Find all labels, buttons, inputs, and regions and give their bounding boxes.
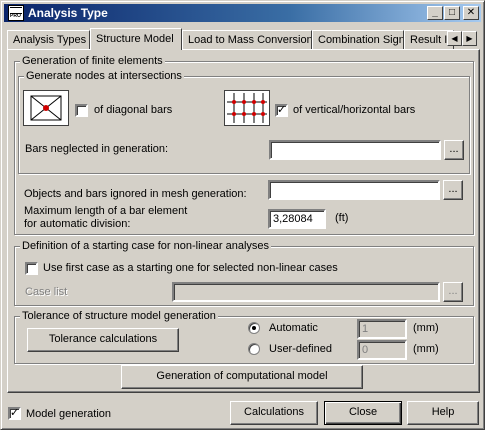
user-defined-value-input[interactable]: 0	[357, 340, 407, 360]
vertical-horizontal-bars-icon	[224, 90, 270, 126]
tolerance-group: Tolerance of structure model generation …	[14, 310, 474, 364]
diagonal-bars-icon	[23, 90, 69, 126]
user-defined-label: User-defined	[269, 343, 332, 355]
window-title: Analysis Type	[28, 6, 108, 20]
maximize-button[interactable]: □	[444, 6, 460, 20]
nonlinear-start-legend: Definition of a starting case for non-li…	[20, 240, 272, 252]
max-length-unit: (ft)	[335, 212, 349, 224]
app-icon: PRO	[8, 5, 24, 21]
objects-ignored-label: Objects and bars ignored in mesh generat…	[24, 188, 247, 200]
tolerance-calculations-button[interactable]: Tolerance calculations	[27, 328, 179, 352]
model-generation-label: Model generation	[26, 408, 112, 420]
close-window-button[interactable]: ✕	[463, 6, 479, 20]
max-length-label-line1: Maximum length of a bar element	[24, 205, 188, 217]
finite-elements-legend: Generation of finite elements	[20, 55, 165, 67]
calculations-button[interactable]: Calculations	[230, 401, 318, 425]
diagonal-bars-checkbox[interactable]	[75, 104, 88, 117]
bars-neglected-browse-button[interactable]: ...	[444, 140, 464, 160]
nonlinear-start-group: Definition of a starting case for non-li…	[14, 240, 474, 306]
structure-model-panel: Generation of finite elements Generate n…	[7, 49, 480, 393]
tab-load-to-mass-conversion[interactable]: Load to Mass Conversion	[182, 30, 312, 49]
tab-structure-model[interactable]: Structure Model	[90, 28, 182, 50]
dialog-window: PRO Analysis Type _ □ ✕ Analysis Types S…	[0, 0, 485, 430]
objects-ignored-browse-button[interactable]: ...	[443, 180, 463, 200]
tab-bar: Analysis Types Structure Model Load to M…	[7, 28, 480, 50]
max-length-label-line2: for automatic division:	[24, 218, 131, 230]
tab-scroll-left-icon[interactable]: ◀	[447, 31, 462, 46]
model-generation-checkbox[interactable]: ✓	[8, 407, 21, 420]
vertical-horizontal-bars-label: of vertical/horizontal bars	[293, 104, 416, 116]
minimize-button[interactable]: _	[427, 6, 443, 20]
automatic-unit: (mm)	[413, 322, 439, 334]
title-bar[interactable]: PRO Analysis Type _ □ ✕	[4, 4, 481, 22]
generate-model-button[interactable]: Generation of computational model	[121, 365, 363, 389]
case-list-browse-button[interactable]: ...	[443, 282, 463, 302]
use-first-case-checkbox[interactable]	[25, 262, 38, 275]
close-button[interactable]: Close	[324, 401, 402, 425]
tolerance-legend: Tolerance of structure model generation	[20, 310, 218, 322]
case-list-label: Case list	[25, 286, 68, 298]
bars-neglected-input[interactable]	[269, 140, 441, 160]
nodes-intersections-group: Generate nodes at intersections of diago…	[18, 70, 470, 174]
use-first-case-label: Use first case as a starting one for sel…	[43, 262, 338, 274]
automatic-radio[interactable]	[248, 322, 260, 334]
tab-analysis-types[interactable]: Analysis Types	[7, 30, 90, 49]
nodes-intersections-legend: Generate nodes at intersections	[24, 70, 184, 82]
max-length-input[interactable]: 3,28084	[268, 209, 326, 229]
diagonal-bars-label: of diagonal bars	[94, 104, 173, 116]
automatic-value-input[interactable]: 1	[357, 319, 407, 339]
vertical-horizontal-bars-checkbox[interactable]: ✓	[275, 104, 288, 117]
automatic-label: Automatic	[269, 322, 318, 334]
case-list-input[interactable]	[172, 282, 440, 302]
user-defined-unit: (mm)	[413, 343, 439, 355]
bars-neglected-label: Bars neglected in generation:	[25, 143, 169, 155]
help-button[interactable]: Help	[407, 401, 479, 425]
user-defined-radio[interactable]	[248, 343, 260, 355]
tab-scroll-right-icon[interactable]: ▶	[462, 31, 477, 46]
finite-elements-group: Generation of finite elements Generate n…	[14, 55, 474, 235]
objects-ignored-input[interactable]	[268, 180, 440, 200]
tab-combination-sign[interactable]: Combination Sign	[312, 30, 404, 49]
